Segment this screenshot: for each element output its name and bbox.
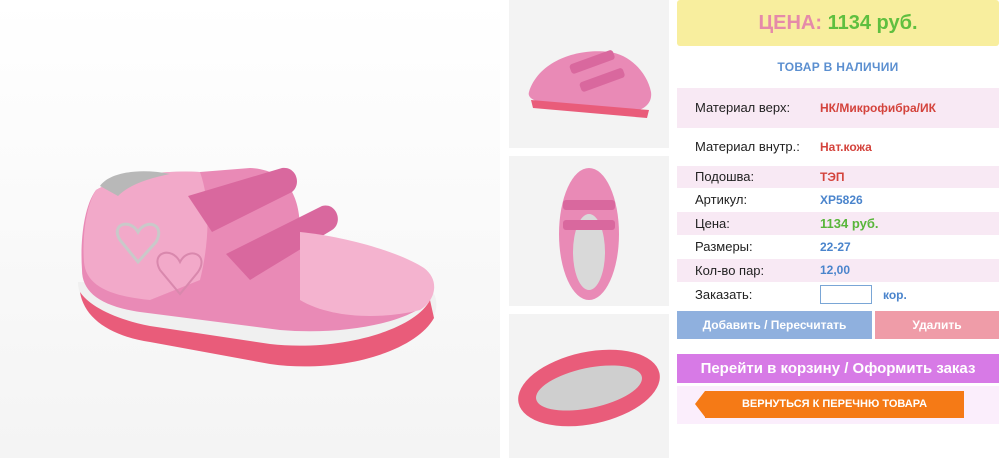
add-recalculate-button[interactable]: Добавить / Пересчитать (677, 311, 872, 339)
spec-row-lining-material: Материал внутр.: Нат.кожа (677, 128, 999, 166)
spec-value: НК/Микрофибра/ИК (820, 101, 936, 115)
spec-value: Нат.кожа (820, 140, 872, 154)
order-row: Заказать: кор. (677, 284, 999, 306)
product-main-image (0, 0, 500, 458)
spec-row-sole: Подошва: ТЭП (677, 166, 999, 188)
spec-label: Подошва: (695, 169, 755, 184)
spec-row-pairs: Кол-во пар: 12,00 (677, 259, 999, 282)
order-label: Заказать: (695, 287, 753, 302)
stock-status: ТОВАР В НАЛИЧИИ (777, 60, 899, 74)
spec-row-article: Артикул: XP5826 (677, 188, 999, 212)
spec-label: Цена: (695, 216, 730, 231)
price-banner-label: ЦЕНА: (758, 12, 823, 34)
go-to-cart-button[interactable]: Перейти в корзину / Оформить заказ (677, 354, 999, 383)
thumbnail-side[interactable] (509, 0, 669, 148)
price-banner-value: 1134 руб. (827, 12, 918, 34)
thumbnail-top[interactable] (509, 156, 669, 306)
delete-button[interactable]: Удалить (875, 311, 999, 339)
spec-row-upper-material: Материал верх: НК/Микрофибра/ИК (677, 88, 999, 128)
spec-row-sizes: Размеры: 22-27 (677, 235, 999, 259)
spec-label: Артикул: (695, 192, 748, 207)
back-arrow-icon (695, 391, 705, 417)
order-quantity-input[interactable] (820, 285, 872, 304)
spec-value: ТЭП (820, 170, 845, 184)
spec-label: Материал внутр.: (695, 139, 800, 154)
spec-label: Размеры: (695, 239, 753, 254)
spec-label: Кол-во пар: (695, 263, 765, 278)
price-banner: ЦЕНА: 1134 руб. (677, 0, 999, 46)
order-unit: кор. (883, 288, 907, 302)
spec-row-price: Цена: 1134 руб. (677, 212, 999, 235)
back-to-list-button[interactable]: ВЕРНУТЬСЯ К ПЕРЕЧНЮ ТОВАРА (695, 391, 964, 418)
spec-value: XP5826 (820, 193, 863, 207)
spec-value: 12,00 (820, 263, 851, 277)
spec-label: Материал верх: (695, 100, 791, 115)
back-section: ВЕРНУТЬСЯ К ПЕРЕЧНЮ ТОВАРА (677, 386, 999, 424)
thumbnail-sole[interactable] (509, 314, 669, 458)
spec-value: 22-27 (820, 240, 851, 254)
back-to-list-label: ВЕРНУТЬСЯ К ПЕРЕЧНЮ ТОВАРА (741, 398, 928, 410)
spec-value: 1134 руб. (820, 216, 879, 231)
